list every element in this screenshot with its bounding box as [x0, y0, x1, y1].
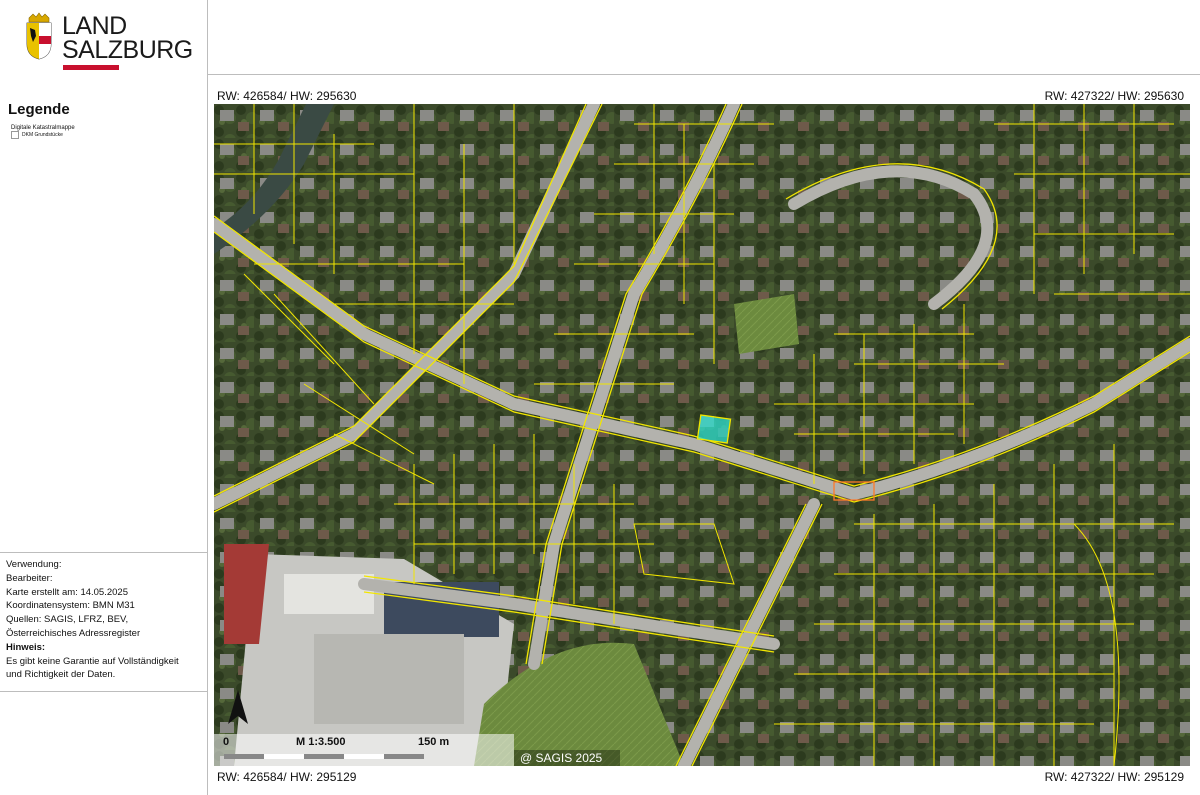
scale-end-label: 150 m: [418, 736, 450, 748]
info-hinweis-text-2: und Richtigkeit der Daten.: [6, 669, 116, 681]
scale-segment: [344, 754, 384, 759]
logo-line-2: SALZBURG: [62, 36, 193, 64]
scale-segment: [224, 754, 264, 759]
legend-swatch: [11, 131, 19, 139]
scale-segment: [304, 754, 344, 759]
info-koordinatensystem: Koordinatensystem: BMN M31: [6, 600, 135, 612]
logo-wordmark: LAND SALZBURG: [62, 12, 193, 64]
highlighted-parcel[interactable]: [696, 414, 732, 444]
scale-segment: [264, 754, 304, 759]
info-verwendung: Verwendung:: [6, 559, 62, 570]
salzburg-crest-icon: [26, 12, 52, 60]
coord-bottom-left: RW: 426584/ HW: 295129: [217, 770, 357, 784]
copyright-label: @ SAGIS 2025: [514, 750, 620, 766]
logo-line-1: LAND: [62, 12, 127, 40]
land-salzburg-logo: LAND SALZBURG: [22, 12, 193, 72]
map-header-area: [208, 0, 1200, 75]
coord-top-right: RW: 427322/ HW: 295630: [1044, 89, 1184, 103]
aerial-map[interactable]: [214, 104, 1190, 766]
info-erstellt: Karte erstellt am: 14.05.2025: [6, 586, 128, 598]
legend-title: Legende: [8, 101, 70, 118]
info-quellen: Quellen: SAGIS, LFRZ, BEV,: [6, 614, 129, 626]
north-arrow-icon: [228, 690, 248, 724]
coord-top-left: RW: 426584/ HW: 295630: [217, 89, 357, 103]
scale-ratio-label: M 1:3.500: [296, 736, 346, 748]
scale-segment: [384, 754, 424, 759]
info-hinweis-title: Hinweis:: [6, 641, 46, 653]
sidebar: LAND SALZBURG Legende Digitale Katastral…: [0, 0, 208, 795]
map-info-box: Verwendung: Bearbeiter: Karte erstellt a…: [0, 552, 208, 692]
coord-bottom-right: RW: 427322/ HW: 295129: [1044, 770, 1184, 784]
scale-start-label: 0: [223, 736, 230, 748]
legend-item: DKM Grundstücke: [11, 131, 63, 139]
info-quellen-2: Österreichisches Adressregister: [6, 627, 141, 639]
logo-accent-bar: [63, 65, 119, 70]
info-hinweis-text-1: Es gibt keine Garantie auf Vollständigke…: [6, 655, 179, 667]
cadastral-map-svg: [214, 104, 1190, 766]
scale-bar: 0 M 1:3.500 150 m: [214, 734, 514, 766]
info-bearbeiter: Bearbeiter:: [6, 572, 53, 584]
legend-item-label: DKM Grundstücke: [22, 132, 63, 138]
